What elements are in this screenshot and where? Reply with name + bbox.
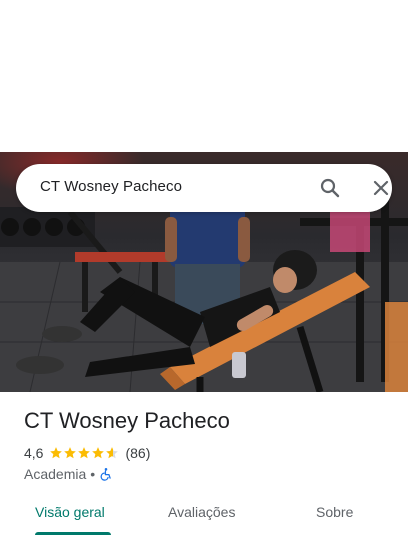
tab-bar: Visão geral Avaliações Sobre	[0, 496, 408, 544]
star-icon	[92, 447, 105, 459]
wheelchair-icon	[99, 467, 113, 481]
tab-overview[interactable]: Visão geral	[35, 504, 105, 520]
category-label: Academia	[24, 466, 87, 482]
tab-about[interactable]: Sobre	[316, 504, 353, 520]
separator-dot: •	[90, 466, 96, 482]
star-icon	[106, 447, 119, 459]
rating-row[interactable]: 4,6 (86)	[24, 444, 150, 462]
close-icon[interactable]	[369, 176, 393, 200]
star-icon	[50, 447, 63, 459]
search-input[interactable]: CT Wosney Pacheco	[40, 178, 182, 195]
active-tab-indicator	[35, 532, 111, 535]
star-icon	[78, 447, 91, 459]
star-rating	[49, 446, 119, 460]
rating-value: 4,6	[24, 445, 44, 461]
tab-reviews[interactable]: Avaliações	[168, 504, 235, 520]
place-title: CT Wosney Pacheco	[24, 408, 230, 433]
search-icon[interactable]	[318, 176, 342, 200]
search-bar[interactable]: CT Wosney Pacheco	[16, 164, 392, 212]
blank-header-area	[0, 0, 408, 152]
category-row: Academia •	[24, 465, 113, 483]
star-icon	[64, 447, 77, 459]
review-count[interactable]: (86)	[125, 445, 150, 461]
